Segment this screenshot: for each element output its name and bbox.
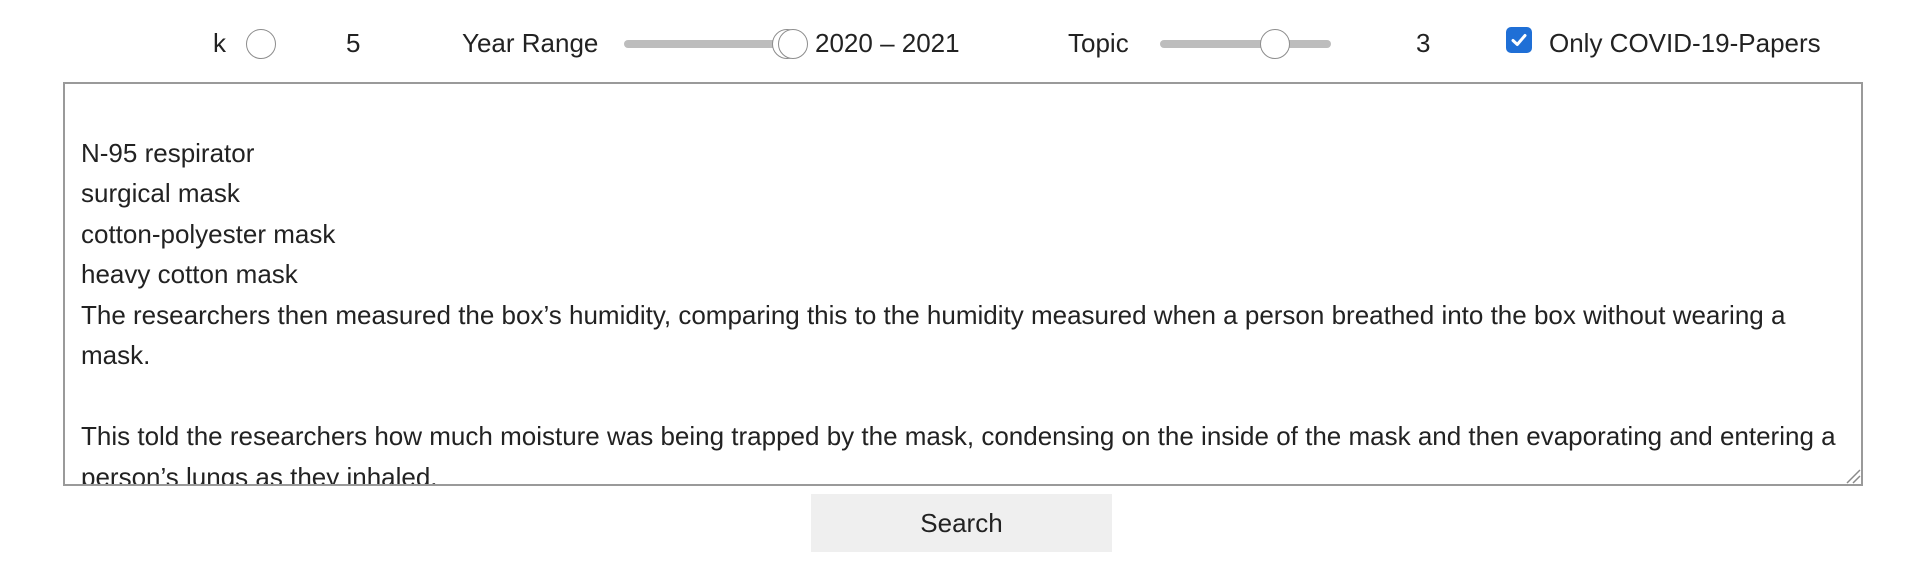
query-line xyxy=(81,92,1845,133)
query-line: surgical mask xyxy=(81,178,240,208)
topic-value: 3 xyxy=(1416,28,1431,58)
topic-track[interactable] xyxy=(1160,40,1331,48)
topic-label: Topic xyxy=(1068,28,1129,58)
query-line: heavy cotton mask xyxy=(81,259,298,289)
query-textarea[interactable]: N-95 respirator surgical mask cotton-polye… xyxy=(63,82,1863,486)
search-panel: k 5 Year Range 2020 – 2021 Topic 3 Only … xyxy=(0,0,1926,562)
k-value: 5 xyxy=(346,28,361,58)
checkmark-icon xyxy=(1511,34,1527,46)
topic-slider-thumb[interactable] xyxy=(1260,29,1290,59)
k-label: k xyxy=(213,28,226,58)
query-line xyxy=(81,376,1845,417)
resize-grip-icon[interactable] xyxy=(1843,466,1861,484)
query-line: N-95 respirator xyxy=(81,137,255,168)
search-button[interactable]: Search xyxy=(811,494,1112,552)
covid-only-label: Only COVID-19-Papers xyxy=(1549,28,1821,58)
k-slider-thumb[interactable] xyxy=(246,29,276,59)
year-range-max-thumb[interactable] xyxy=(778,29,808,59)
year-range-value: 2020 – 2021 xyxy=(815,28,960,58)
query-line: The researchers then measured the box’s … xyxy=(81,299,1793,371)
query-line: This told the researchers how much moist… xyxy=(81,421,1843,486)
query-line: cotton-polyester mask xyxy=(81,218,336,249)
year-range-track[interactable] xyxy=(624,40,784,48)
covid-only-checkbox[interactable] xyxy=(1506,27,1532,53)
year-range-label: Year Range xyxy=(462,28,599,58)
